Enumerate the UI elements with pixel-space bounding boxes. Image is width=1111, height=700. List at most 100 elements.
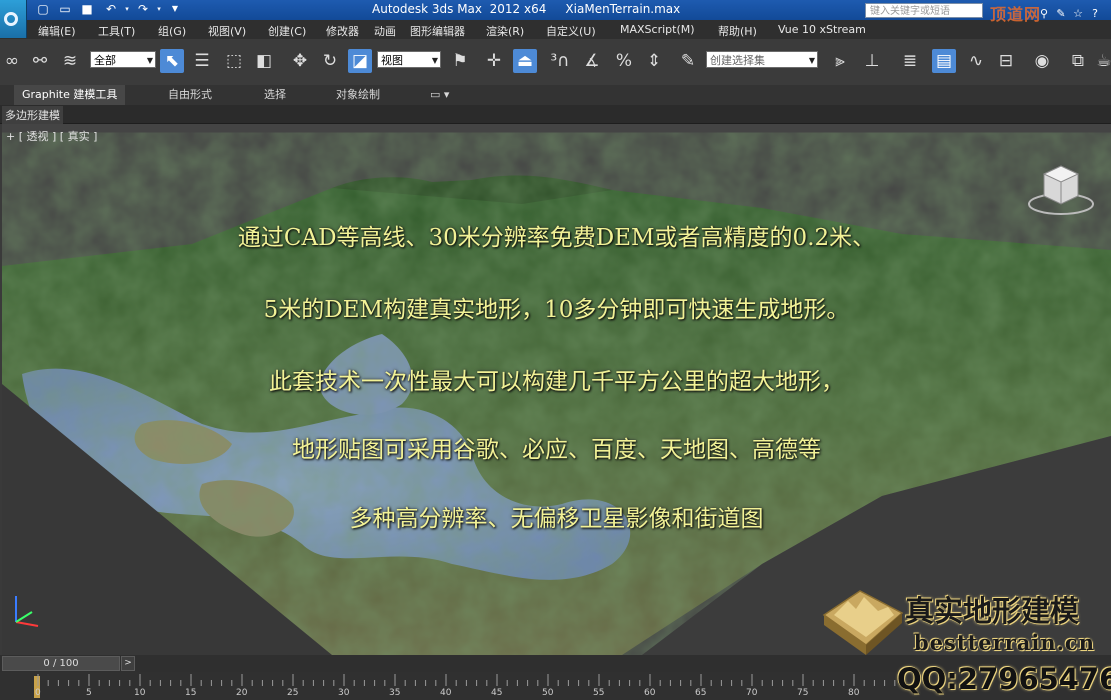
track-tick-label: 65 (695, 688, 707, 698)
edit-named-selection-icon[interactable]: ✎ (676, 49, 700, 73)
window-title: Autodesk 3ds Max 2012 x64 XiaMenTerrain.… (372, 2, 681, 16)
chevron-down-icon: ▼ (431, 56, 438, 65)
ribbon-options-icon[interactable]: ▭ ▾ (422, 85, 457, 105)
select-object-icon[interactable]: ⬉ (160, 49, 184, 73)
track-tick-label: 30 (338, 688, 350, 698)
undo-dropdown-icon[interactable]: ▾ (120, 2, 134, 16)
axis-tripod (15, 596, 39, 627)
menu-tools[interactable]: 工具(T) (98, 23, 135, 39)
overlay-text-line: 此套技术一次性最大可以构建几千平方公里的超大地形， (269, 369, 844, 395)
new-file-icon[interactable]: ▢ (36, 2, 50, 16)
help-icon[interactable]: ? (1088, 7, 1102, 21)
menu-bar: 编辑(E) 工具(T) 组(G) 视图(V) 创建(C) 修改器 动画 图形编辑… (0, 20, 1111, 39)
app-logo-icon (4, 12, 18, 26)
menu-rendering[interactable]: 渲染(R) (486, 23, 524, 39)
application-button[interactable] (0, 0, 27, 38)
track-tick-label: 15 (185, 688, 197, 698)
select-manipulate-icon[interactable]: ✛ (482, 49, 506, 73)
menu-modifiers[interactable]: 修改器 (326, 23, 359, 39)
brand-qq: QQ:2796547646 (897, 662, 1111, 696)
track-tick-label: 35 (389, 688, 401, 698)
menu-create[interactable]: 创建(C) (268, 23, 306, 39)
redo-dropdown-icon[interactable]: ▾ (152, 2, 166, 16)
curve-editor-icon[interactable]: ∿ (964, 49, 988, 73)
select-by-name-icon[interactable]: ☰ (190, 49, 214, 73)
unlink-icon[interactable]: ⚯ (28, 49, 52, 73)
material-editor-icon[interactable]: ◉ (1030, 49, 1054, 73)
x-axis (15, 621, 39, 627)
viewcube[interactable] (1026, 160, 1096, 218)
track-tick-label: 20 (236, 688, 248, 698)
menu-group[interactable]: 组(G) (158, 23, 186, 39)
chevron-down-icon: ▼ (808, 56, 815, 65)
tab-object-paint[interactable]: 对象绘制 (328, 85, 388, 105)
rectangle-selection-icon[interactable]: ⬚ (222, 49, 246, 73)
title-bar: ▢ ▭ ■ ↶ ▾ ↷ ▾ ▼ Autodesk 3ds Max 2012 x6… (0, 0, 1111, 20)
redo-icon[interactable]: ↷ (136, 2, 150, 16)
wrench-icon[interactable]: ✎ (1054, 7, 1068, 21)
selection-filter-value: 全部 (94, 54, 116, 67)
keyboard-shortcut-override-icon[interactable]: ⏏ (513, 49, 537, 73)
chevron-down-icon: ▼ (146, 56, 153, 65)
tab-selection[interactable]: 选择 (256, 85, 294, 105)
overlay-text-line: 通过CAD等高线、30米分辨率免费DEM或者高精度的0.2米、 (237, 225, 876, 251)
menu-customize[interactable]: 自定义(U) (546, 23, 596, 39)
schematic-view-icon[interactable]: ⊟ (994, 49, 1018, 73)
mirror-icon[interactable]: ⫸ (828, 49, 852, 73)
watermark-logo: 顶道网 (990, 5, 1042, 24)
menu-help[interactable]: 帮助(H) (718, 23, 757, 39)
quick-access-menu-icon[interactable]: ▼ (168, 2, 182, 16)
bind-space-warp-icon[interactable]: ≋ (58, 49, 82, 73)
time-slider-thumb[interactable]: 0 / 100 (2, 656, 120, 671)
angle-snap-icon[interactable]: ∡ (580, 49, 604, 73)
overlay-text-line: 多种高分辨率、无偏移卫星影像和街道图 (349, 506, 764, 532)
move-icon[interactable]: ✥ (288, 49, 312, 73)
search-input[interactable]: 键入关键字或短语 (865, 3, 983, 18)
next-frame-icon[interactable]: > (121, 656, 135, 671)
track-tick-label: 60 (644, 688, 656, 698)
viewport-label[interactable]: + [ 透视 ] [ 真实 ] (6, 128, 97, 144)
named-selection-dropdown[interactable]: 创建选择集 ▼ (706, 51, 818, 68)
reference-coordinate-value: 视图 (381, 54, 403, 67)
pivot-center-icon[interactable]: ⚑ (448, 49, 472, 73)
menu-edit[interactable]: 编辑(E) (38, 23, 76, 39)
scale-icon[interactable]: ◪ (348, 49, 372, 73)
graphite-toggle-icon[interactable]: ▤ (932, 49, 956, 73)
percent-snap-icon[interactable]: % (612, 49, 636, 73)
terrain-brand-logo (822, 590, 904, 655)
named-selection-placeholder: 创建选择集 (710, 54, 765, 67)
menu-graph-editors[interactable]: 图形编辑器 (410, 23, 465, 39)
snaps-toggle-icon[interactable]: ³∩ (548, 49, 572, 73)
spinner-snap-icon[interactable]: ⇕ (642, 49, 666, 73)
link-icon[interactable]: ∞ (0, 49, 24, 73)
overlay-text-line: 地形贴图可采用谷歌、必应、百度、天地图、高德等 (292, 437, 821, 463)
ribbon-tabs: Graphite 建模工具 自由形式 选择 对象绘制 ▭ ▾ (0, 85, 1111, 105)
info-center: ⚲ ✎ ☆? (1037, 2, 1107, 21)
track-tick-label: 0 (35, 688, 41, 698)
track-tick-label: 55 (593, 688, 605, 698)
menu-vue[interactable]: Vue 10 xStream (778, 23, 866, 36)
perspective-viewport[interactable]: + [ 透视 ] [ 真实 ] 通过CAD等高线、30米分辨率免费DEM或者高精… (2, 124, 1111, 655)
open-file-icon[interactable]: ▭ (58, 2, 72, 16)
overlay-text-line: 5米的DEM构建真实地形，10多分钟即可快速生成地形。 (263, 297, 850, 323)
undo-icon[interactable]: ↶ (104, 2, 118, 16)
tab-graphite-modeling[interactable]: Graphite 建模工具 (14, 85, 126, 105)
layer-manager-icon[interactable]: ≣ (898, 49, 922, 73)
align-icon[interactable]: ⊥ (860, 49, 884, 73)
render-setup-icon[interactable]: ⧉ (1066, 49, 1090, 73)
track-ruler (37, 674, 896, 686)
rotate-icon[interactable]: ↻ (318, 49, 342, 73)
panel-polygon-modeling[interactable]: 多边形建模 (2, 106, 63, 124)
star-icon[interactable]: ☆ (1071, 7, 1085, 21)
window-crossing-icon[interactable]: ◧ (252, 49, 276, 73)
selection-filter-dropdown[interactable]: 全部 ▼ (90, 51, 156, 68)
menu-animation[interactable]: 动画 (374, 23, 396, 39)
track-tick-label: 10 (134, 688, 146, 698)
render-icon[interactable]: ☕ (1092, 49, 1111, 73)
reference-coordinate-dropdown[interactable]: 视图 ▼ (377, 51, 441, 68)
save-icon[interactable]: ■ (80, 2, 94, 16)
menu-maxscript[interactable]: MAXScript(M) (620, 23, 695, 36)
tab-freeform[interactable]: 自由形式 (160, 85, 220, 105)
track-tick-label: 45 (491, 688, 503, 698)
menu-views[interactable]: 视图(V) (208, 23, 246, 39)
